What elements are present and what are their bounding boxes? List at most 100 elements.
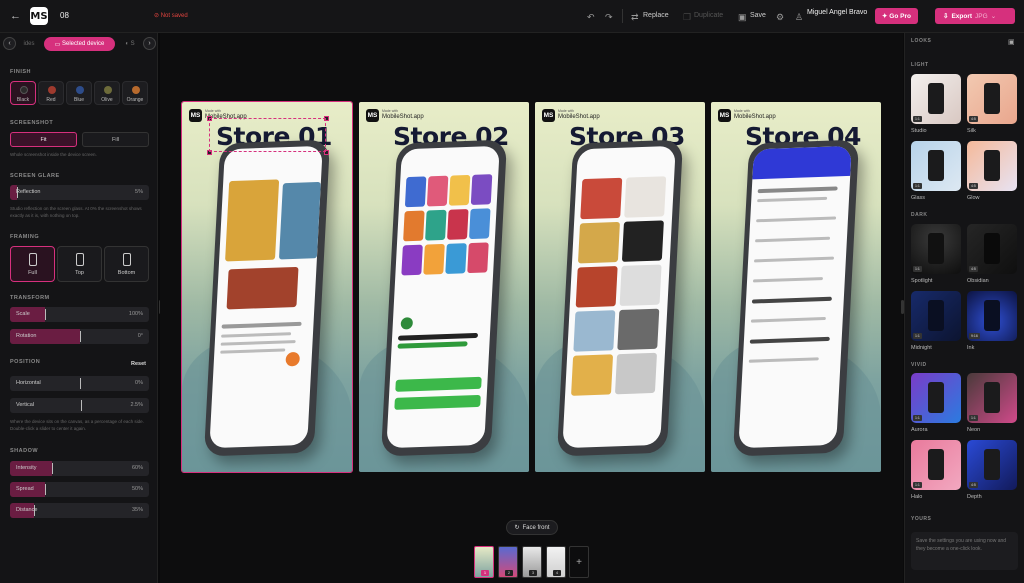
screen-block <box>404 176 427 208</box>
duplicate-button[interactable]: Duplicate <box>694 12 723 19</box>
slider-knob[interactable] <box>79 331 81 342</box>
screen-line <box>749 336 830 344</box>
finish-label: Blue <box>73 97 84 103</box>
finish-option-orange[interactable]: Orange <box>122 81 148 105</box>
go-pro-button[interactable]: ✦ Go Pro <box>875 8 918 24</box>
framing-bottom[interactable]: Bottom <box>104 246 149 282</box>
screenshot-card-1[interactable]: MS Made with MobileShot.app Store 01 <box>181 101 353 473</box>
rotation-slider[interactable]: Rotation 0° <box>10 329 149 344</box>
slide-thumbnail-1[interactable]: 1 <box>474 546 494 578</box>
replace-button[interactable]: Replace <box>643 12 669 19</box>
fab-button <box>285 351 301 367</box>
screen-line <box>220 340 296 346</box>
slider-knob[interactable] <box>79 378 81 389</box>
slide-thumbnail-4[interactable]: 4 <box>546 546 566 578</box>
look-spotlight[interactable]: 1:1 <box>911 224 961 274</box>
screen-block <box>403 210 425 242</box>
screen-header <box>752 145 852 180</box>
slider-value: 35% <box>131 507 143 513</box>
look-halo[interactable]: 1:1 <box>911 440 961 490</box>
screenshot-card-2[interactable]: MS Made with MobileShot.app Store 02 <box>359 102 529 472</box>
slider-value: 2.5% <box>130 402 143 408</box>
save-button[interactable]: Save <box>750 12 766 19</box>
slider-label: Distance <box>16 507 38 513</box>
slider-value: 50% <box>131 486 143 492</box>
vertical-slider[interactable]: Vertical 2.5% <box>10 398 149 413</box>
slider-label: Spread <box>16 486 34 492</box>
phone-screen <box>386 145 500 449</box>
tab-next[interactable]: ◐ S <box>120 37 140 51</box>
reflection-slider[interactable]: Reflection 5% <box>10 185 149 200</box>
screen-button <box>395 376 482 392</box>
look-midnight[interactable]: 1:1 <box>911 291 961 341</box>
slider-knob[interactable] <box>80 400 83 411</box>
fit-button[interactable]: Fit <box>10 132 77 147</box>
screen-block <box>225 179 280 262</box>
chevron-right-icon[interactable]: › <box>143 37 156 50</box>
look-studio[interactable]: 1:1 <box>911 74 961 124</box>
scale-slider[interactable]: Scale 100% <box>10 307 149 322</box>
shadow-heading: SHADOW <box>10 448 39 454</box>
screen-line <box>757 196 828 203</box>
tab-devices[interactable]: ides <box>18 37 40 51</box>
export-button[interactable]: ⇩ Export JPG ⌄ <box>935 8 1015 24</box>
slide-thumbnail-2[interactable]: 2 <box>498 546 518 578</box>
spread-slider[interactable]: Spread 50% <box>10 482 149 497</box>
back-arrow-icon[interactable]: ← <box>10 10 22 22</box>
screen-block <box>617 308 660 351</box>
look-neon[interactable]: 1:1 <box>967 373 1017 423</box>
redo-icon[interactable]: ↷ <box>605 12 613 23</box>
look-obsidian[interactable]: 4:5 <box>967 224 1017 274</box>
finish-option-blue[interactable]: Blue <box>66 81 92 105</box>
add-slide-button[interactable]: + <box>569 546 589 578</box>
slider-knob[interactable] <box>51 463 54 474</box>
look-name: Halo <box>911 494 923 500</box>
brand-name: MobileShot.app <box>382 114 424 120</box>
look-name: Ink <box>967 345 975 351</box>
slide-thumbnail-3[interactable]: 3 <box>522 546 542 578</box>
distance-slider[interactable]: Distance 35% <box>10 503 149 518</box>
look-glass[interactable]: 1:1 <box>911 141 961 191</box>
tab-selected-device[interactable]: ▭ Selected device <box>44 37 115 51</box>
look-depth[interactable]: 4:5 <box>967 440 1017 490</box>
framing-top[interactable]: Top <box>57 246 102 282</box>
look-silk[interactable]: 4:5 <box>967 74 1017 124</box>
finish-option-black[interactable]: Black <box>10 81 36 105</box>
framing-full[interactable]: Full <box>10 246 55 282</box>
look-ink[interactable]: 9:16 <box>967 291 1017 341</box>
brand-name: MobileShot.app <box>558 114 600 120</box>
screen-block <box>621 220 664 262</box>
undo-icon[interactable]: ↶ <box>587 12 595 23</box>
look-aurora[interactable]: 1:1 <box>911 373 961 423</box>
screen-block <box>423 243 445 275</box>
look-name: Spotlight <box>911 278 933 284</box>
fill-button[interactable]: Fill <box>82 132 149 147</box>
brand-name: MobileShot.app <box>734 114 776 120</box>
screenshot-card-3[interactable]: MS Made with MobileShot.app Store 03 <box>535 102 705 472</box>
screen-line <box>397 341 468 349</box>
intensity-slider[interactable]: Intensity 60% <box>10 461 149 476</box>
horizontal-slider[interactable]: Horizontal 0% <box>10 376 149 391</box>
slider-knob[interactable] <box>44 309 47 320</box>
gear-icon[interactable]: ⚙ <box>776 12 784 23</box>
user-name[interactable]: Miguel Angel Bravo <box>807 9 867 16</box>
finish-option-olive[interactable]: Olive <box>94 81 120 105</box>
look-glow[interactable]: 4:5 <box>967 141 1017 191</box>
face-front-button[interactable]: ↻ Face front <box>506 520 558 535</box>
collapse-panel-icon[interactable]: ▣ <box>1008 38 1015 46</box>
export-format-dropdown-icon[interactable]: ⌄ <box>991 12 996 20</box>
brand-logo: MS <box>542 109 555 122</box>
phone-icon <box>984 382 1000 413</box>
phone-icon <box>984 300 1000 331</box>
slider-knob[interactable] <box>44 484 47 495</box>
chevron-left-icon[interactable]: ‹ <box>3 37 16 50</box>
look-ratio: 1:1 <box>913 266 922 272</box>
finish-dot <box>20 86 28 94</box>
project-name[interactable]: 08 <box>60 11 69 20</box>
screen-block <box>577 221 620 264</box>
screenshot-hint: Whole screenshot inside the device scree… <box>10 152 97 157</box>
finish-option-red[interactable]: Red <box>38 81 64 105</box>
reset-button[interactable]: Reset <box>131 361 146 367</box>
screenshot-card-4[interactable]: MS Made with MobileShot.app Store 04 <box>711 102 881 472</box>
tab-selected-device-label: Selected device <box>61 41 105 47</box>
